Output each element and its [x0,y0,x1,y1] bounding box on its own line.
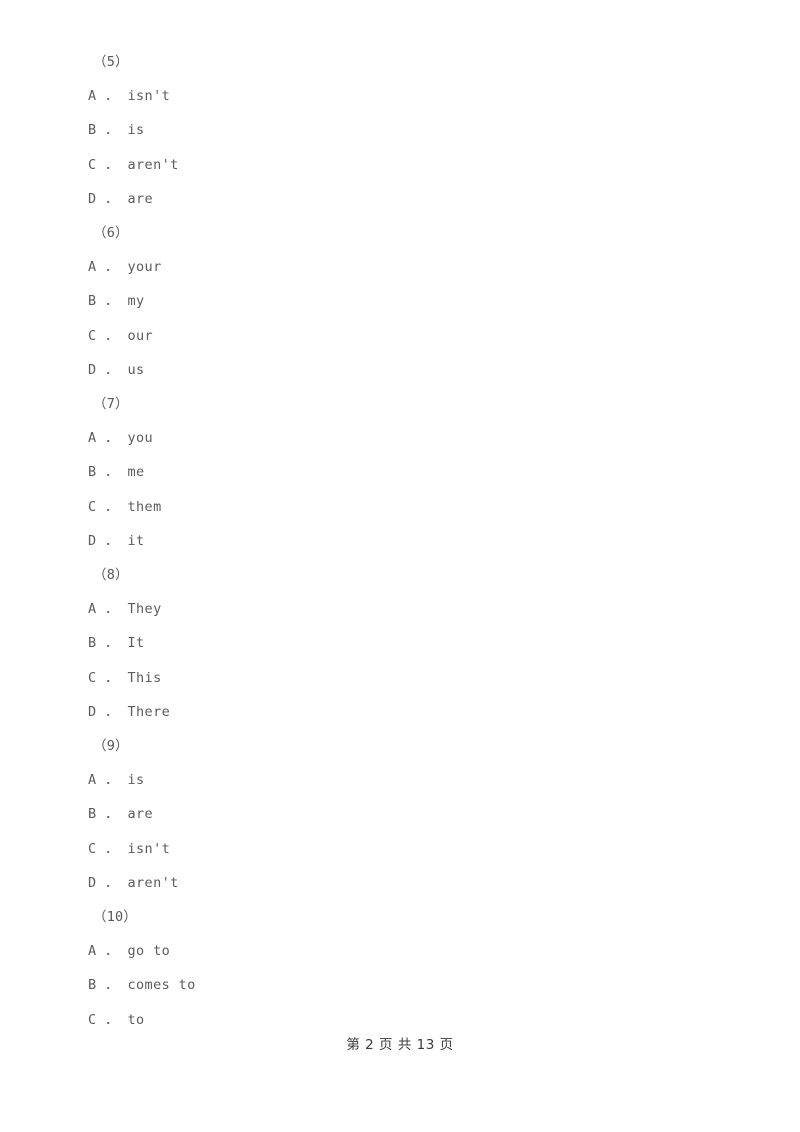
answer-option[interactable]: A ． is [88,768,145,790]
answer-option[interactable]: C ． our [88,324,153,346]
question-number: （8） [93,567,129,583]
answer-option[interactable]: D ． it [88,529,145,551]
question-number: （6） [93,225,129,241]
question-number: （9） [93,738,129,754]
answer-option[interactable]: A ． They [88,597,162,619]
answer-option[interactable]: A ． your [88,255,162,277]
answer-option[interactable]: B ． It [88,631,145,653]
answer-option[interactable]: D ． aren't [88,871,179,893]
answer-option[interactable]: B ． are [88,802,153,824]
question-number: （10） [93,909,138,925]
answer-option[interactable]: D ． us [88,358,145,380]
answer-option[interactable]: A ． isn't [88,84,170,106]
page-footer: 第 2 页 共 13 页 [346,1037,454,1053]
question-number: （7） [93,396,129,412]
answer-option[interactable]: D ． There [88,700,170,722]
answer-option[interactable]: A ． you [88,426,153,448]
answer-option[interactable]: A ． go to [88,939,170,961]
document-page: （5） A ． isn't B ． is C ． aren't D ． are （6） A … [0,0,800,1132]
question-number: （5） [93,54,129,70]
answer-option[interactable]: C ． isn't [88,837,170,859]
answer-option[interactable]: D ． are [88,187,153,209]
answer-option[interactable]: B ． me [88,460,145,482]
answer-option[interactable]: B ． comes to [88,973,196,995]
answer-option[interactable]: B ． is [88,118,145,140]
answer-option[interactable]: C ． to [88,1008,145,1030]
answer-option[interactable]: B ． my [88,289,145,311]
answer-option[interactable]: C ． This [88,666,162,688]
answer-option[interactable]: C ． aren't [88,153,179,175]
answer-option[interactable]: C ． them [88,495,162,517]
